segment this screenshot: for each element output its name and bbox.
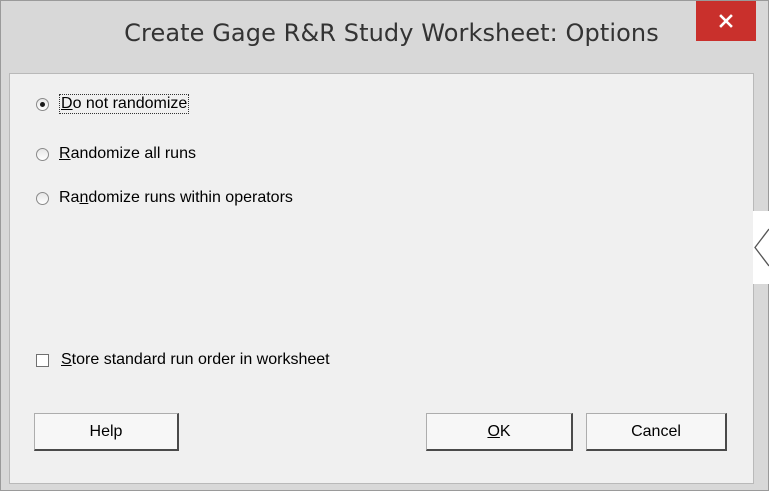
options-panel: Do not randomize Randomize all runs Rand… xyxy=(9,73,754,484)
radio-button-selected[interactable] xyxy=(36,97,49,111)
store-run-order-checkbox-row[interactable]: Store standard run order in worksheet xyxy=(36,349,330,371)
title-bar: Create Gage R&R Study Worksheet: Options xyxy=(1,1,768,73)
ok-button[interactable]: OK xyxy=(426,413,573,451)
radio-randomize-within-operators[interactable]: Randomize runs within operators xyxy=(36,187,293,209)
close-icon xyxy=(719,14,733,28)
options-dialog: Create Gage R&R Study Worksheet: Options… xyxy=(0,0,769,491)
radio-label: Do not randomize xyxy=(59,94,190,114)
cancel-button-label: Cancel xyxy=(631,422,681,440)
radio-do-not-randomize[interactable]: Do not randomize xyxy=(36,93,190,115)
help-button-label: Help xyxy=(89,422,123,440)
radio-button[interactable] xyxy=(36,191,49,205)
chevron-left-icon xyxy=(754,228,769,267)
side-panel-tab[interactable] xyxy=(753,211,769,284)
dialog-title: Create Gage R&R Study Worksheet: Options xyxy=(124,19,659,47)
radio-label: Randomize all runs xyxy=(59,145,196,162)
store-run-order-checkbox[interactable] xyxy=(36,353,49,367)
radio-randomize-all-runs[interactable]: Randomize all runs xyxy=(36,143,196,165)
cancel-button[interactable]: Cancel xyxy=(586,413,727,451)
ok-button-label: OK xyxy=(487,422,511,440)
radio-button[interactable] xyxy=(36,147,49,161)
radio-label: Randomize runs within operators xyxy=(59,189,293,206)
help-button[interactable]: Help xyxy=(34,413,179,451)
checkbox-label: Store standard run order in worksheet xyxy=(61,351,330,368)
close-button[interactable] xyxy=(696,1,756,41)
